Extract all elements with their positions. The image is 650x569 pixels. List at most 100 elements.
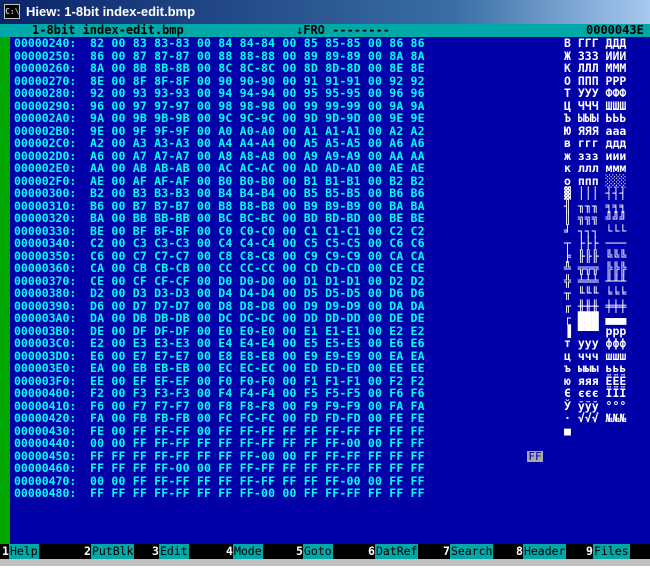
row-text[interactable]: Т УУУ ФФФ bbox=[564, 87, 626, 100]
fkey-label: PutBlk bbox=[90, 544, 135, 559]
row-text[interactable]: ▓ │││ ┤┤┤ bbox=[564, 187, 626, 200]
fkey-label: Mode bbox=[232, 544, 263, 559]
row-offset: 000003E0: bbox=[14, 361, 77, 375]
row-hex-bytes[interactable]: 82 00 83 83-83 00 84 84-84 00 85 85-85 0… bbox=[90, 37, 425, 50]
row-offset: 000002C0: bbox=[14, 136, 77, 150]
row-hex-bytes[interactable]: C2 00 C3 C3-C3 00 C4 C4-C4 00 C5 C5-C5 0… bbox=[90, 237, 425, 250]
fkey-number: 3 bbox=[152, 544, 159, 558]
window-bottom-edge bbox=[0, 559, 650, 566]
hex-row[interactable]: 000002C0: A2 00 A3 A3-A3 00 A4 A4-A4 00 A… bbox=[0, 137, 650, 150]
hex-row[interactable]: 00000340: C2 00 C3 C3-C3 00 C4 C4-C4 00 C… bbox=[0, 237, 650, 250]
row-hex-bytes[interactable]: B2 00 B3 B3-B3 00 B4 B4-B4 00 B5 B5-B5 0… bbox=[90, 187, 425, 200]
row-hex-bytes[interactable]: E2 00 E3 E3-E3 00 E4 E4-E4 00 E5 E5-E5 0… bbox=[90, 337, 425, 350]
hex-row[interactable]: 00000320: BA 00 BB BB-BB 00 BC BC-BC 00 B… bbox=[0, 212, 650, 225]
fkey-files[interactable]: 9Files bbox=[586, 544, 630, 559]
hex-row[interactable]: 00000260: 8A 00 8B 8B-8B 00 8C 8C-8C 00 8… bbox=[0, 62, 650, 75]
row-text[interactable]: в ггг ддд bbox=[564, 137, 626, 150]
row-text[interactable]: ъ ыыы ььь bbox=[564, 362, 626, 375]
fkey-number: 6 bbox=[368, 544, 375, 558]
fkey-label: Edit bbox=[158, 544, 189, 559]
row-hex-bytes[interactable]: FA 00 FB FB-FB 00 FC FC-FC 00 FD FD-FD 0… bbox=[90, 412, 425, 425]
fkey-number: 1 bbox=[2, 544, 9, 558]
row-text[interactable]: · √√√ №№№ bbox=[564, 412, 626, 425]
row-hex-bytes[interactable]: 9A 00 9B 9B-9B 00 9C 9C-9C 00 9D 9D-9D 0… bbox=[90, 112, 425, 125]
hex-row[interactable]: 00000380: D2 00 D3 D3-D3 00 D4 D4-D4 00 D… bbox=[0, 287, 650, 300]
row-text[interactable]: ╥ ╙╙╙ ╘╘╘ bbox=[564, 287, 626, 300]
row-offset: 00000420: bbox=[14, 411, 77, 425]
hex-row[interactable]: 000002E0: AA 00 AB AB-AB 00 AC AC-AC 00 A… bbox=[0, 162, 650, 175]
console-icon[interactable]: C:\ bbox=[4, 4, 20, 19]
row-offset: 00000320: bbox=[14, 211, 77, 225]
row-hex-bytes[interactable]: AA 00 AB AB-AB 00 AC AC-AC 00 AD AD-AD 0… bbox=[90, 162, 425, 175]
row-text[interactable]: ┌ ███ ▄▄▄ bbox=[564, 312, 626, 325]
row-text[interactable]: В ГГГ ДДД bbox=[564, 37, 626, 50]
fkey-number: 5 bbox=[296, 544, 303, 558]
hex-row[interactable]: 00000440: 00 00 FF FF-FF FF FF FF-FF FF F… bbox=[0, 437, 650, 450]
fkey-label: Search bbox=[449, 544, 494, 559]
fkey-label: Header bbox=[522, 544, 567, 559]
row-offset: 000003A0: bbox=[14, 311, 77, 325]
row-text[interactable]: ╩ ╦╦╦ ╠╠╠ bbox=[564, 262, 626, 275]
function-key-bar: 1Help 2PutBlk 3Edit 4Mode 5Goto 6DatRef 7Searc… bbox=[0, 544, 650, 559]
row-text[interactable]: ■ bbox=[564, 424, 571, 438]
row-offset: 00000300: bbox=[14, 186, 77, 200]
fkey-number: 2 bbox=[84, 544, 91, 558]
fkey-number: 8 bbox=[516, 544, 523, 558]
row-hex-bytes[interactable]: EA 00 EB EB-EB 00 EC EC-EC 00 ED ED-ED 0… bbox=[90, 362, 425, 375]
fkey-search[interactable]: 7Search bbox=[443, 544, 494, 559]
row-hex-bytes[interactable]: A2 00 A3 A3-A3 00 A4 A4-A4 00 A5 A5-A5 0… bbox=[90, 137, 425, 150]
row-hex-bytes[interactable]: 8A 00 8B 8B-8B 00 8C 8C-8C 00 8D 8D-8D 0… bbox=[90, 62, 425, 75]
row-offset: 00000400: bbox=[14, 386, 77, 400]
row-hex-bytes[interactable]: 92 00 93 93-93 00 94 94-94 00 95 95-95 0… bbox=[90, 87, 425, 100]
row-offset: 000003C0: bbox=[14, 336, 77, 350]
row-hex-bytes[interactable]: FF FF FF FF-00 00 FF FF-FF FF FF FF-FF F… bbox=[90, 462, 425, 475]
hex-row[interactable]: 000003C0: E2 00 E3 E3-E3 00 E4 E4-E4 00 E… bbox=[0, 337, 650, 350]
fkey-edit[interactable]: 3Edit bbox=[152, 544, 189, 559]
hex-editor-screen[interactable]: 1-8bit index-edit.bmp ↓FRO -------- 0000… bbox=[0, 24, 650, 544]
row-text[interactable]: к ллл ммм bbox=[564, 162, 626, 175]
row-hex-bytes[interactable]: FF FF FF FF-FF FF FF FF-00 00 FF FF-FF F… bbox=[90, 487, 425, 500]
fkey-datref[interactable]: 6DatRef bbox=[368, 544, 419, 559]
hex-row[interactable]: 000003E0: EA 00 EB EB-EB 00 EC EC-EC 00 E… bbox=[0, 362, 650, 375]
row-hex-bytes[interactable]: F2 00 F3 F3-F3 00 F4 F4-F4 00 F5 F5-F5 0… bbox=[90, 387, 425, 400]
row-hex-bytes[interactable]: 00 00 FF FF-FF FF FF FF-FF FF FF FF-00 0… bbox=[90, 437, 425, 450]
row-text[interactable]: ║ ╗╗╗ ╝╝╝ bbox=[564, 212, 626, 225]
row-text[interactable]: Ъ ЫЫЫ ЬЬЬ bbox=[564, 112, 626, 125]
fkey-help[interactable]: 1Help bbox=[2, 544, 39, 559]
fkey-putblk[interactable]: 2PutBlk bbox=[84, 544, 135, 559]
hex-row[interactable]: 00000480: FF FF FF FF-FF FF FF FF-00 00 F… bbox=[0, 487, 650, 500]
edit-cursor[interactable]: FF bbox=[527, 451, 543, 462]
row-text[interactable]: ┬ ├├├ ─── bbox=[564, 237, 626, 250]
row-offset: 00000260: bbox=[14, 61, 77, 75]
hex-row[interactable]: 00000400: F2 00 F3 F3-F3 00 F4 F4-F4 00 F… bbox=[0, 387, 650, 400]
row-hex-bytes[interactable]: D2 00 D3 D3-D3 00 D4 D4-D4 00 D5 D5-D5 0… bbox=[90, 287, 425, 300]
row-offset: 00000460: bbox=[14, 461, 77, 475]
hex-dump[interactable]: 00000240: 82 00 83 83-83 00 84 84-84 00 8… bbox=[0, 37, 650, 500]
row-hex-bytes[interactable]: CA 00 CB CB-CB 00 CC CC-CC 00 CD CD-CD 0… bbox=[90, 262, 425, 275]
fkey-header[interactable]: 8Header bbox=[516, 544, 567, 559]
fkey-label: DatRef bbox=[374, 544, 419, 559]
row-hex-bytes[interactable]: DA 00 DB DB-DB 00 DC DC-DC 00 DD DD-DD 0… bbox=[90, 312, 425, 325]
row-hex-bytes[interactable]: BA 00 BB BB-BB 00 BC BC-BC 00 BD BD-BD 0… bbox=[90, 212, 425, 225]
hex-row[interactable]: 000002A0: 9A 00 9B 9B-9B 00 9C 9C-9C 00 9… bbox=[0, 112, 650, 125]
hex-row[interactable]: 00000280: 92 00 93 93-93 00 94 94-94 00 9… bbox=[0, 87, 650, 100]
fkey-label: Help bbox=[8, 544, 39, 559]
hex-row[interactable]: 00000300: B2 00 B3 B3-B3 00 B4 B4-B4 00 B… bbox=[0, 187, 650, 200]
row-offset: 00000440: bbox=[14, 436, 77, 450]
hex-row[interactable]: 00000240: 82 00 83 83-83 00 84 84-84 00 8… bbox=[0, 37, 650, 50]
fkey-label: Goto bbox=[302, 544, 333, 559]
row-text[interactable]: Є єєє ЇЇЇ bbox=[564, 387, 626, 400]
fkey-number: 4 bbox=[226, 544, 233, 558]
row-text[interactable]: т ууу ффф bbox=[564, 337, 626, 350]
hex-row[interactable]: 00000360: CA 00 CB CB-CB 00 CC CC-CC 00 C… bbox=[0, 262, 650, 275]
hex-row[interactable]: 00000460: FF FF FF FF-00 00 FF FF-FF FF F… bbox=[0, 462, 650, 475]
fkey-goto[interactable]: 5Goto bbox=[296, 544, 333, 559]
row-offset: 00000480: bbox=[14, 486, 77, 500]
hex-row[interactable]: 000003A0: DA 00 DB DB-DB 00 DC DC-DC 00 D… bbox=[0, 312, 650, 325]
fkey-mode[interactable]: 4Mode bbox=[226, 544, 263, 559]
hiew-window: C:\ Hiew: 1-8bit index-edit.bmp 1-8bit i… bbox=[0, 0, 650, 566]
row-text[interactable]: К ЛЛЛ МММ bbox=[564, 62, 626, 75]
fkey-number: 9 bbox=[586, 544, 593, 558]
hex-row[interactable]: 00000420: FA 00 FB FB-FB 00 FC FC-FC 00 F… bbox=[0, 412, 650, 425]
title-bar[interactable]: C:\ Hiew: 1-8bit index-edit.bmp bbox=[0, 0, 650, 24]
